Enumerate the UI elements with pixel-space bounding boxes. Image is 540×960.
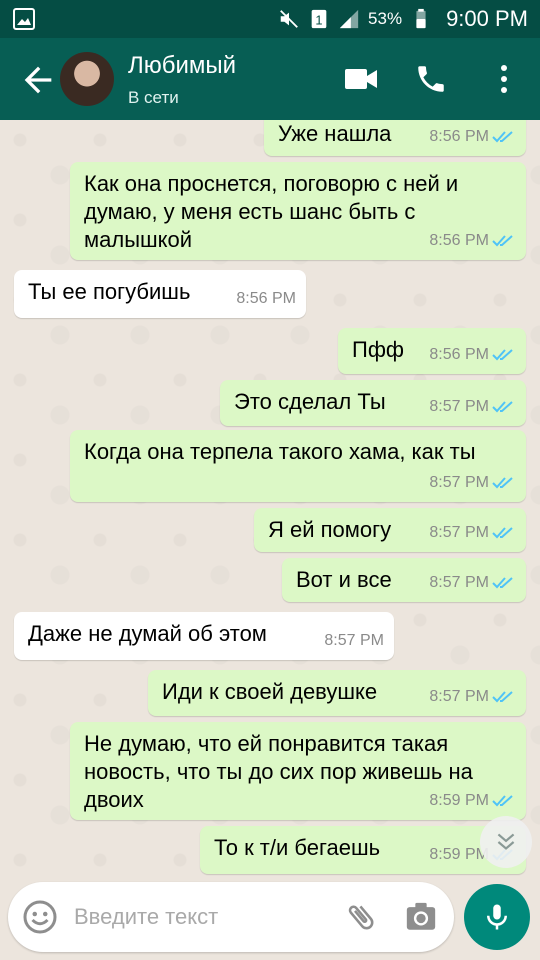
status-time: 9:00 PM	[446, 6, 528, 31]
double-check-icon	[492, 349, 513, 361]
chat-header: Любимый В сети	[0, 38, 540, 120]
battery-percent: 53%	[368, 9, 403, 28]
chevron-double-down-icon	[497, 833, 515, 850]
emoji-icon[interactable]	[22, 899, 58, 935]
message-input[interactable]: Введите текст	[74, 904, 218, 930]
double-check-icon	[492, 235, 513, 247]
double-check-icon	[492, 477, 513, 489]
contact-name[interactable]: Любимый	[128, 52, 236, 80]
double-check-icon	[492, 527, 513, 539]
double-check-icon	[492, 577, 513, 589]
message-incoming[interactable]: Даже не думай об этом 8:57 PM	[14, 612, 394, 660]
camera-icon[interactable]	[404, 900, 438, 934]
message-outgoing[interactable]: Я ей помогу 8:57 PM	[254, 508, 526, 552]
message-time: 8:56 PM	[236, 290, 296, 307]
message-time: 8:57 PM	[429, 474, 489, 491]
message-outgoing[interactable]: Вот и все 8:57 PM	[282, 558, 526, 602]
double-check-icon	[492, 401, 513, 413]
mic-button[interactable]	[464, 884, 530, 950]
svg-text:1: 1	[315, 13, 322, 28]
mute-icon	[280, 10, 298, 28]
message-outgoing[interactable]: Иди к своей девушке 8:57 PM	[148, 670, 526, 716]
message-outgoing[interactable]: Как она проснется, поговорю с ней и дума…	[70, 162, 526, 260]
message-outgoing[interactable]: Это сделал Ты 8:57 PM	[220, 380, 526, 426]
status-bar: 1 53% 9:00 PM	[0, 0, 540, 38]
double-check-icon	[492, 131, 513, 143]
scroll-down-button[interactable]	[480, 816, 532, 868]
signal-icon	[339, 9, 359, 29]
back-arrow-icon[interactable]	[18, 60, 58, 100]
contact-status: В сети	[128, 88, 179, 107]
message-outgoing[interactable]: Когда она терпела такого хама, как ты 8:…	[70, 430, 526, 502]
video-call-icon[interactable]	[344, 66, 378, 92]
message-time: 8:57 PM	[324, 632, 384, 649]
double-check-icon	[492, 691, 513, 703]
message-outgoing[interactable]: Не думаю, что ей понравится такая новост…	[70, 722, 526, 820]
more-vert-icon[interactable]	[494, 62, 514, 96]
battery-icon	[416, 8, 426, 29]
mic-icon	[487, 904, 507, 930]
message-time: 8:57 PM	[429, 688, 489, 705]
message-time: 8:57 PM	[429, 574, 489, 591]
message-outgoing[interactable]: Пфф 8:56 PM	[338, 328, 526, 374]
attach-icon[interactable]	[344, 900, 378, 934]
double-check-icon	[492, 795, 513, 807]
message-time: 8:57 PM	[429, 524, 489, 541]
avatar[interactable]	[60, 52, 114, 106]
message-outgoing[interactable]: Уже нашла 8:56 PM	[264, 120, 526, 156]
message-time: 8:56 PM	[429, 232, 489, 249]
message-incoming[interactable]: Ты ее погубишь 8:56 PM	[14, 270, 306, 318]
message-time: 8:56 PM	[429, 128, 489, 145]
image-icon	[13, 8, 35, 30]
phone-icon[interactable]	[414, 62, 448, 96]
message-outgoing[interactable]: То к т/и бегаешь 8:59 PM	[200, 826, 526, 874]
message-time: 8:57 PM	[429, 398, 489, 415]
message-time: 8:56 PM	[429, 346, 489, 363]
sim-icon: 1	[311, 9, 327, 29]
message-input-bar: Введите текст	[8, 882, 454, 952]
message-text: Когда она терпела такого хама, как ты	[84, 439, 476, 464]
message-time: 8:59 PM	[429, 792, 489, 809]
chat-area[interactable]: Уже нашла 8:56 PM Как она проснется, пог…	[0, 120, 540, 880]
